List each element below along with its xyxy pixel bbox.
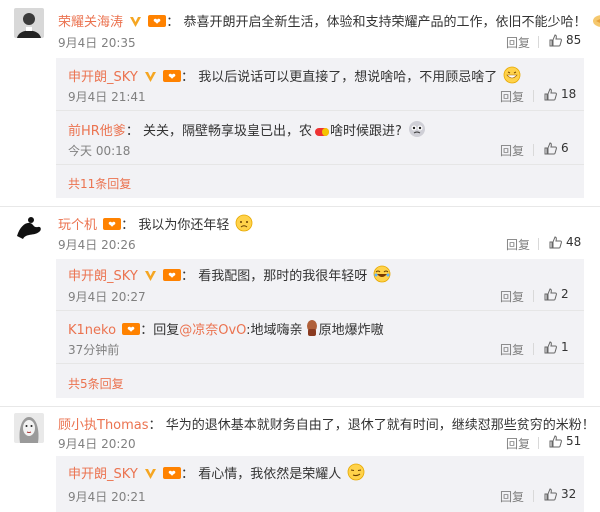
svg-text:❤: ❤	[108, 221, 116, 231]
svg-text:❤: ❤	[154, 18, 162, 28]
like-button[interactable]: 85	[549, 33, 581, 47]
comment-text: 我以为你还年轻	[138, 218, 230, 233]
reply-button[interactable]: 回复	[500, 142, 524, 159]
like-count: 2	[561, 287, 569, 301]
like-count: 85	[566, 33, 582, 47]
reply-button[interactable]: 回复	[506, 34, 530, 51]
avatar[interactable]	[14, 8, 44, 38]
reply-text: 关关，隔壁畅享圾皇已出，农	[142, 124, 312, 139]
handshake-emoji-icon	[592, 13, 600, 33]
reply-text-cont: 原地爆炸嗷	[318, 323, 384, 338]
verified-v-icon	[144, 269, 157, 286]
grin-emoji-icon	[503, 66, 521, 88]
reply-time: 9月4日 21:41	[68, 90, 146, 104]
reply-box: 申开朗_SKY ❤： 看心情，我依然是荣耀人 9月4日 20:21 回复 32	[56, 456, 584, 512]
verified-v-icon	[144, 70, 157, 87]
like-count: 6	[561, 141, 569, 155]
reply-author[interactable]: K1neko	[68, 323, 116, 338]
thumbs-up-icon	[544, 288, 557, 301]
reply-text: 我以后说话可以更直接了，想说啥哈，不用顾忌啥了	[198, 70, 498, 85]
like-count: 51	[566, 434, 582, 448]
doge-emoji-icon	[408, 120, 426, 142]
like-button[interactable]: 2	[544, 287, 569, 301]
reply-button[interactable]: 回复	[500, 341, 524, 358]
comment-author[interactable]: 玩个机	[58, 218, 97, 233]
thumbs-up-icon	[544, 142, 557, 155]
fan-badge-icon: ❤	[163, 268, 182, 286]
comment-time: 9月4日 20:26	[58, 238, 136, 252]
reply-time: 37分钟前	[68, 343, 120, 357]
comment-feed: 荣耀关海涛 ❤： 恭喜开朗开启全新生活，体验和支持荣耀产品的工作，依旧不能少哈！…	[0, 0, 600, 512]
like-count: 48	[566, 235, 582, 249]
comment-author[interactable]: 顾小执Thomas	[58, 418, 149, 433]
thumbs-up-icon	[544, 88, 557, 101]
avatar[interactable]	[14, 413, 44, 443]
smug-emoji-icon	[347, 463, 365, 485]
mention-link[interactable]: @凉奈OvO	[179, 323, 246, 338]
comment-text: 恭喜开朗开启全新生活，体验和支持荣耀产品的工作，依旧不能少哈！	[183, 15, 587, 30]
reply-text-cont: 啥时候跟进?	[329, 124, 402, 139]
reply-button[interactable]: 回复	[506, 435, 530, 452]
thumbs-up-icon	[549, 435, 562, 448]
svg-text:❤: ❤	[168, 73, 176, 83]
reply-text: :地域嗨亲	[246, 323, 303, 338]
reply-button[interactable]: 回复	[500, 88, 524, 105]
reply-author[interactable]: 申开朗_SKY	[68, 467, 138, 482]
comment-text: 华为的退休基本就财务自由了，退休了就有时间，继续怼那些贫穷的米粉！	[165, 418, 595, 433]
comment-time: 9月4日 20:20	[58, 437, 136, 451]
svg-text:❤: ❤	[168, 470, 176, 480]
reply-author[interactable]: 前HR他爹	[68, 124, 126, 139]
thumbs-up-icon	[544, 341, 557, 354]
sad-emoji-icon	[235, 214, 253, 236]
thumbs-up-icon	[544, 488, 557, 501]
like-count: 1	[561, 340, 569, 354]
fan-badge-icon: ❤	[163, 69, 182, 87]
comment-author[interactable]: 荣耀关海涛	[58, 15, 123, 30]
like-count: 32	[561, 487, 577, 501]
like-button[interactable]: 32	[544, 487, 576, 501]
reply-time: 9月4日 20:27	[68, 290, 146, 304]
thumbs-up-icon	[549, 34, 562, 47]
fan-badge-icon: ❤	[163, 466, 182, 484]
reply-button[interactable]: 回复	[500, 288, 524, 305]
verified-v-icon	[144, 467, 157, 484]
reply-time: 今天 00:18	[68, 144, 131, 158]
like-button[interactable]: 48	[549, 235, 581, 249]
reply-text: 看我配图，那时的我很年轻呀	[198, 269, 368, 284]
like-button[interactable]: 18	[544, 87, 576, 101]
more-replies-link[interactable]: 共11条回复	[68, 175, 131, 192]
reply-author[interactable]: 申开朗_SKY	[68, 70, 138, 85]
like-button[interactable]: 51	[549, 434, 581, 448]
verified-v-icon	[129, 15, 142, 32]
reply-time: 9月4日 20:21	[68, 490, 146, 504]
fan-badge-icon: ❤	[148, 14, 167, 32]
reply-button[interactable]: 回复	[506, 236, 530, 253]
thumbs-up-icon	[549, 236, 562, 249]
laugh-cry-emoji-icon	[373, 265, 391, 287]
svg-text:❤: ❤	[127, 326, 135, 336]
reply-box: 申开朗_SKY ❤： 看我配图，那时的我很年轻呀 9月4日 20:27 回复 2…	[56, 259, 584, 398]
reply-prefix: 回复	[153, 323, 180, 338]
reply-author[interactable]: 申开朗_SKY	[68, 269, 138, 284]
more-replies-link[interactable]: 共5条回复	[68, 375, 124, 392]
svg-text:❤: ❤	[168, 272, 176, 282]
fan-badge-icon: ❤	[122, 322, 141, 340]
reply-text: 看心情，我依然是荣耀人	[198, 467, 342, 482]
reply-button[interactable]: 回复	[500, 488, 524, 505]
fan-badge-icon: ❤	[103, 217, 122, 235]
reply-box: 申开朗_SKY ❤： 我以后说话可以更直接了，想说啥哈，不用顾忌啥了 9月4日 …	[56, 58, 584, 198]
hand-emoji-icon	[305, 319, 319, 341]
like-button[interactable]: 1	[544, 340, 569, 354]
avatar[interactable]	[14, 214, 44, 244]
like-button[interactable]: 6	[544, 141, 569, 155]
comment-time: 9月4日 20:35	[58, 36, 136, 50]
like-count: 18	[561, 87, 577, 101]
pill-emoji-icon	[314, 126, 330, 142]
